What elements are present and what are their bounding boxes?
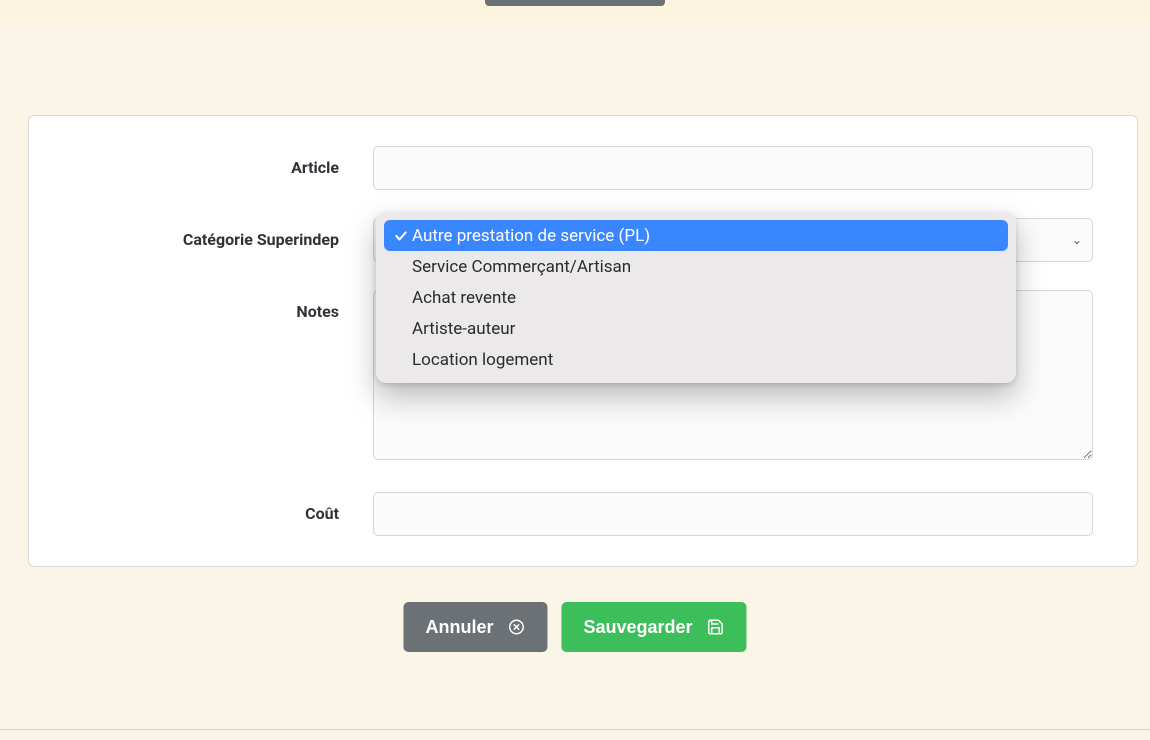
option-label: Autre prestation de service (PL) xyxy=(412,226,650,246)
save-icon xyxy=(707,618,725,636)
footer-divider xyxy=(0,729,1150,730)
chevron-down-icon: ⌄ xyxy=(1072,233,1082,247)
label-category: Catégorie Superindep xyxy=(73,218,373,249)
row-article: Article xyxy=(73,146,1093,190)
option-label: Achat revente xyxy=(412,288,516,308)
option-label: Artiste-auteur xyxy=(412,319,515,339)
save-label: Sauvegarder xyxy=(583,617,692,638)
cost-input[interactable] xyxy=(373,492,1093,536)
category-option-4[interactable]: Location logement xyxy=(384,344,1008,375)
label-article: Article xyxy=(73,146,373,177)
cancel-label: Annuler xyxy=(425,617,493,638)
category-dropdown[interactable]: Autre prestation de service (PL) Service… xyxy=(376,212,1016,383)
save-button[interactable]: Sauvegarder xyxy=(561,602,746,652)
option-label: Service Commerçant/Artisan xyxy=(412,257,631,277)
category-option-0[interactable]: Autre prestation de service (PL) xyxy=(384,220,1008,251)
close-circle-icon xyxy=(507,618,525,636)
top-button-fragment xyxy=(485,0,665,6)
row-cost: Coût xyxy=(73,492,1093,536)
category-option-2[interactable]: Achat revente xyxy=(384,282,1008,313)
category-option-3[interactable]: Artiste-auteur xyxy=(384,313,1008,344)
label-cost: Coût xyxy=(73,492,373,523)
check-icon xyxy=(390,229,412,243)
cancel-button[interactable]: Annuler xyxy=(403,602,547,652)
actions-row: Annuler Sauvegarder xyxy=(403,602,746,652)
option-label: Location logement xyxy=(412,350,553,370)
category-option-1[interactable]: Service Commerçant/Artisan xyxy=(384,251,1008,282)
label-notes: Notes xyxy=(73,290,373,321)
article-input[interactable] xyxy=(373,146,1093,190)
